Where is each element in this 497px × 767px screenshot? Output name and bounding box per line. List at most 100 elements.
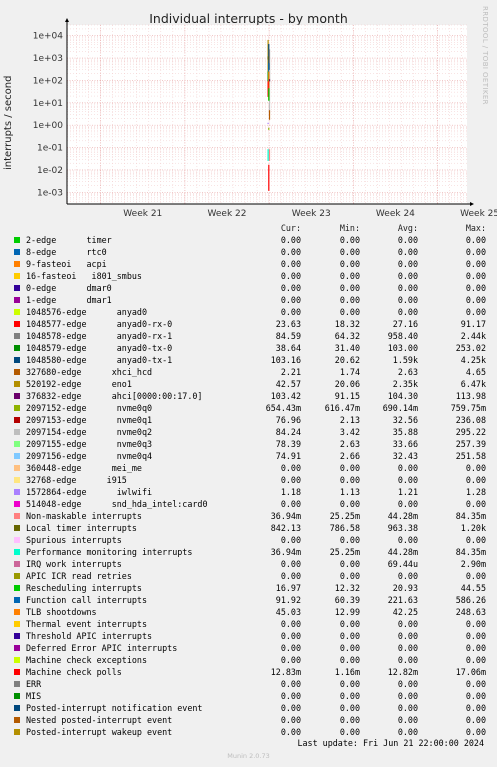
- legend-row: 16-fasteoi i801_smbus 0.00 0.00 0.00 0.00: [0, 270, 497, 282]
- value-max: 0.00: [465, 247, 486, 257]
- value-max: 295.22: [455, 427, 486, 437]
- value-avg: 33.66: [392, 439, 418, 449]
- legend-row: 1-edge dmar1 0.00 0.00 0.00 0.00: [0, 294, 497, 306]
- legend-swatch: [14, 585, 20, 591]
- value-avg: 0.00: [397, 691, 418, 701]
- legend-swatch: [14, 729, 20, 735]
- legend-row: 1048577-edge anyad0-rx-0 23.63 18.32 27.16 9…: [0, 318, 497, 330]
- legend-label: 2097153-edge nvme0q1: [26, 415, 153, 425]
- legend-row: Machine check polls 12.83m 1.16m 12.82m 17.0…: [0, 666, 497, 678]
- legend-row: Non-maskable interrupts 36.94m 25.25m 44.28…: [0, 510, 497, 522]
- legend-label: Posted-interrupt wakeup event: [26, 727, 173, 737]
- legend-label: 8-edge rtc0: [26, 247, 107, 257]
- legend-label: ERR: [26, 679, 42, 689]
- value-avg: 2.63: [397, 367, 418, 377]
- legend-swatch: [14, 705, 20, 711]
- legend-row: Posted-interrupt notification event 0.00 0…: [0, 702, 497, 714]
- legend-swatch: [14, 453, 20, 459]
- legend-label: 2097155-edge nvme0q3: [26, 439, 153, 449]
- legend-label: 2097152-edge nvme0q0: [26, 403, 153, 413]
- value-avg: 35.88: [392, 427, 418, 437]
- legend-label: Deferred Error APIC interrupts: [26, 643, 178, 653]
- value-max: 257.39: [455, 439, 486, 449]
- legend-swatch: [14, 633, 20, 639]
- legend-row: Thermal event interrupts 0.00 0.00 0.00 0.00: [0, 618, 497, 630]
- legend-row: 2-edge timer 0.00 0.00 0.00 0.00: [0, 234, 497, 246]
- legend-swatch: [14, 357, 20, 363]
- legend-label: 514048-edge snd_hda_intel:card0: [26, 499, 208, 509]
- legend-swatch: [14, 561, 20, 567]
- value-avg: 963.38: [387, 523, 418, 533]
- value-avg: 2.35k: [392, 379, 418, 389]
- value-avg: 12.82m: [387, 667, 418, 677]
- value-max: 113.98: [455, 391, 486, 401]
- legend-swatch: [14, 525, 20, 531]
- value-avg: 1.21: [397, 487, 418, 497]
- legend-label: IRQ work interrupts: [26, 559, 122, 569]
- legend-row: 2097155-edge nvme0q3 78.39 2.63 33.66 257.39: [0, 438, 497, 450]
- munin-version: Munin 2.0.73: [227, 752, 270, 760]
- value-avg: 0.00: [397, 283, 418, 293]
- legend-row: Local timer interrupts 842.13 786.58 963.38…: [0, 522, 497, 534]
- y-tick-label: 1e+04: [33, 32, 64, 42]
- value-max: 4.25k: [460, 355, 486, 365]
- value-max: 17.06m: [455, 667, 486, 677]
- value-max: 0.00: [465, 295, 486, 305]
- legend-swatch: [14, 333, 20, 339]
- value-max: 0.00: [465, 643, 486, 653]
- legend-row: 1048576-edge anyad0 0.00 0.00 0.00 0.00: [0, 306, 497, 318]
- legend-swatch: [14, 381, 20, 387]
- legend-label: 520192-edge eno1: [26, 379, 132, 389]
- value-max: 0.00: [465, 283, 486, 293]
- legend-row: 2097156-edge nvme0q4 74.91 2.66 32.43 251.58: [0, 450, 497, 462]
- legend-swatch: [14, 549, 20, 555]
- value-max: 84.35m: [455, 547, 486, 557]
- legend-row: 1048579-edge anyad0-tx-0 38.64 31.40 103.00…: [0, 342, 497, 354]
- legend-header-row: Cur: Min: Avg: Max:: [0, 222, 497, 234]
- legend-swatch: [14, 309, 20, 315]
- legend-row: ERR 0.00 0.00 0.00 0.00: [0, 678, 497, 690]
- value-max: 2.90m: [460, 559, 486, 569]
- legend-swatch: [14, 537, 20, 543]
- legend-label: Spurious interrupts: [26, 535, 122, 545]
- value-avg: 32.56: [392, 415, 418, 425]
- value-avg: 0.00: [397, 463, 418, 473]
- value-max: 0.00: [465, 307, 486, 317]
- legend-row: TLB shootdowns 45.03 12.99 42.25 248.63: [0, 606, 497, 618]
- legend-swatch: [14, 669, 20, 675]
- legend-label: Threshold APIC interrupts: [26, 631, 153, 641]
- y-tick-label: 1e+00: [33, 121, 64, 131]
- value-max: 0.00: [465, 571, 486, 581]
- legend-label: Machine check polls: [26, 667, 122, 677]
- value-max: 0.00: [465, 499, 486, 509]
- value-max: 0.00: [465, 259, 486, 269]
- legend-row: Function call interrupts 91.92 60.39 221.63…: [0, 594, 497, 606]
- legend-swatch: [14, 297, 20, 303]
- legend-row: Rescheduling interrupts 16.97 12.32 20.93 44…: [0, 582, 497, 594]
- legend-label: 16-fasteoi i801_smbus: [26, 271, 142, 281]
- value-max: 1.28: [465, 487, 486, 497]
- value-avg: 0.00: [397, 295, 418, 305]
- legend-swatch: [14, 717, 20, 723]
- value-max: 236.08: [455, 415, 486, 425]
- value-max: 0.00: [465, 235, 486, 245]
- legend-row: 514048-edge snd_hda_intel:card0 0.00 0.00 0…: [0, 498, 497, 510]
- value-max: 4.65: [465, 367, 486, 377]
- legend-row: IRQ work interrupts 0.00 0.00 69.44u 2.90m: [0, 558, 497, 570]
- value-max: 91.17: [460, 319, 486, 329]
- legend-swatch: [14, 405, 20, 411]
- legend-row: 0-edge dmar0 0.00 0.00 0.00 0.00: [0, 282, 497, 294]
- legend-swatch: [14, 645, 20, 651]
- legend-swatch: [14, 573, 20, 579]
- value-max: 0.00: [465, 631, 486, 641]
- y-tick-label: 1e+01: [33, 99, 63, 109]
- legend-swatch: [14, 321, 20, 327]
- header-avg: Avg:: [397, 223, 418, 233]
- legend-label: 1048578-edge anyad0-rx-1: [26, 331, 173, 341]
- legend-label: Non-maskable interrupts: [26, 511, 142, 521]
- legend-row: APIC ICR read retries 0.00 0.00 0.00 0.00: [0, 570, 497, 582]
- value-avg: 0.00: [397, 715, 418, 725]
- legend-label: 2-edge timer: [26, 235, 112, 245]
- legend-swatch: [14, 501, 20, 507]
- legend-label: 376832-edge ahci[0000:00:17.0]: [26, 391, 203, 401]
